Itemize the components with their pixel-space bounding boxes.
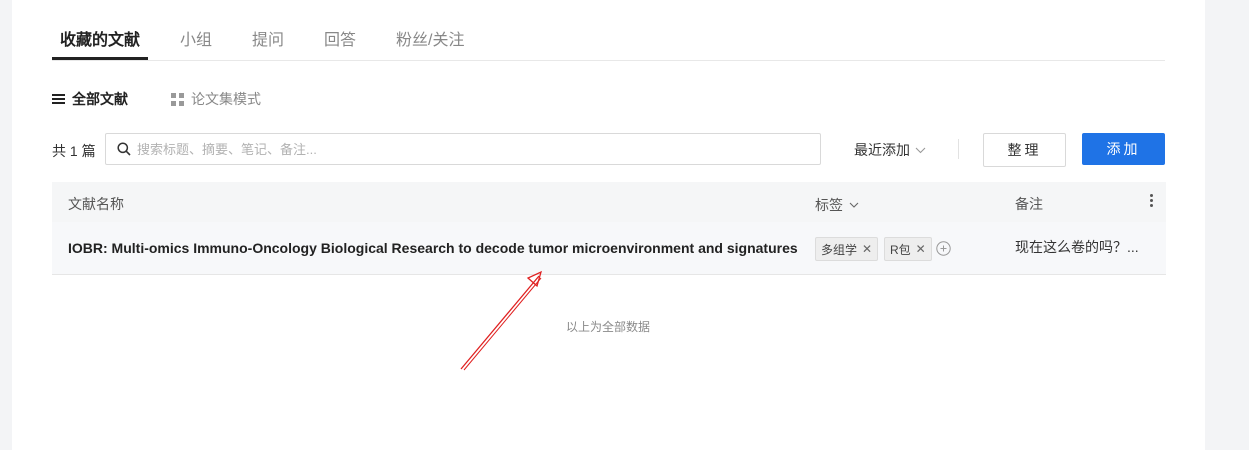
view-collection-label: 论文集模式: [191, 91, 261, 107]
tab-saved-papers[interactable]: 收藏的文献: [60, 26, 140, 50]
column-header-tags[interactable]: 标签: [815, 195, 859, 215]
search-box[interactable]: [105, 133, 821, 165]
add-button[interactable]: 添加: [1082, 133, 1165, 165]
tab-answers[interactable]: 回答: [324, 26, 356, 50]
remove-tag-icon[interactable]: ✕: [862, 242, 872, 256]
active-tab-indicator: [52, 57, 148, 60]
table-header: 文献名称 标签 备注: [52, 182, 1166, 222]
organize-button[interactable]: 整理: [983, 133, 1066, 167]
paper-count: 共 1 篇: [52, 143, 96, 159]
sort-dropdown[interactable]: 最近添加: [854, 140, 926, 160]
view-all-papers[interactable]: 全部文献: [52, 89, 128, 109]
tag-chip: R包 ✕: [884, 237, 932, 261]
chevron-down-icon: [849, 202, 859, 208]
grid-icon: [171, 92, 184, 106]
column-header-notes: 备注: [1015, 196, 1043, 212]
tab-bar: [52, 0, 1165, 61]
paper-note[interactable]: 现在这么卷的吗？...: [1015, 237, 1139, 257]
search-input[interactable]: [137, 141, 797, 157]
end-of-list-text: 以上为全部数据: [566, 320, 651, 334]
table-row[interactable]: IOBR: Multi-omics Immuno-Oncology Biolog…: [52, 222, 1166, 275]
view-all-papers-label: 全部文献: [72, 91, 128, 107]
main-panel: 收藏的文献 小组 提问 回答 粉丝/关注 全部文献 论文集模式 共 1 篇 最近…: [12, 0, 1205, 450]
toolbar-divider: [958, 139, 959, 159]
tab-followers[interactable]: 粉丝/关注: [396, 26, 464, 50]
more-options-icon[interactable]: [1144, 192, 1158, 212]
list-icon: [52, 94, 65, 104]
column-header-name: 文献名称: [68, 196, 124, 212]
tab-questions[interactable]: 提问: [252, 26, 284, 50]
paper-title[interactable]: IOBR: Multi-omics Immuno-Oncology Biolog…: [68, 240, 798, 256]
column-header-tags-label: 标签: [815, 197, 843, 213]
view-collection-mode[interactable]: 论文集模式: [171, 89, 261, 109]
tag-label: 多组学: [821, 242, 858, 257]
chevron-down-icon: [915, 147, 926, 153]
tag-label: R包: [890, 242, 911, 257]
remove-tag-icon[interactable]: ✕: [916, 242, 926, 256]
add-tag-icon[interactable]: [936, 241, 951, 256]
search-icon: [117, 142, 131, 156]
sort-label: 最近添加: [854, 142, 910, 158]
tab-groups[interactable]: 小组: [180, 26, 212, 50]
tag-chip: 多组学 ✕: [815, 237, 879, 261]
